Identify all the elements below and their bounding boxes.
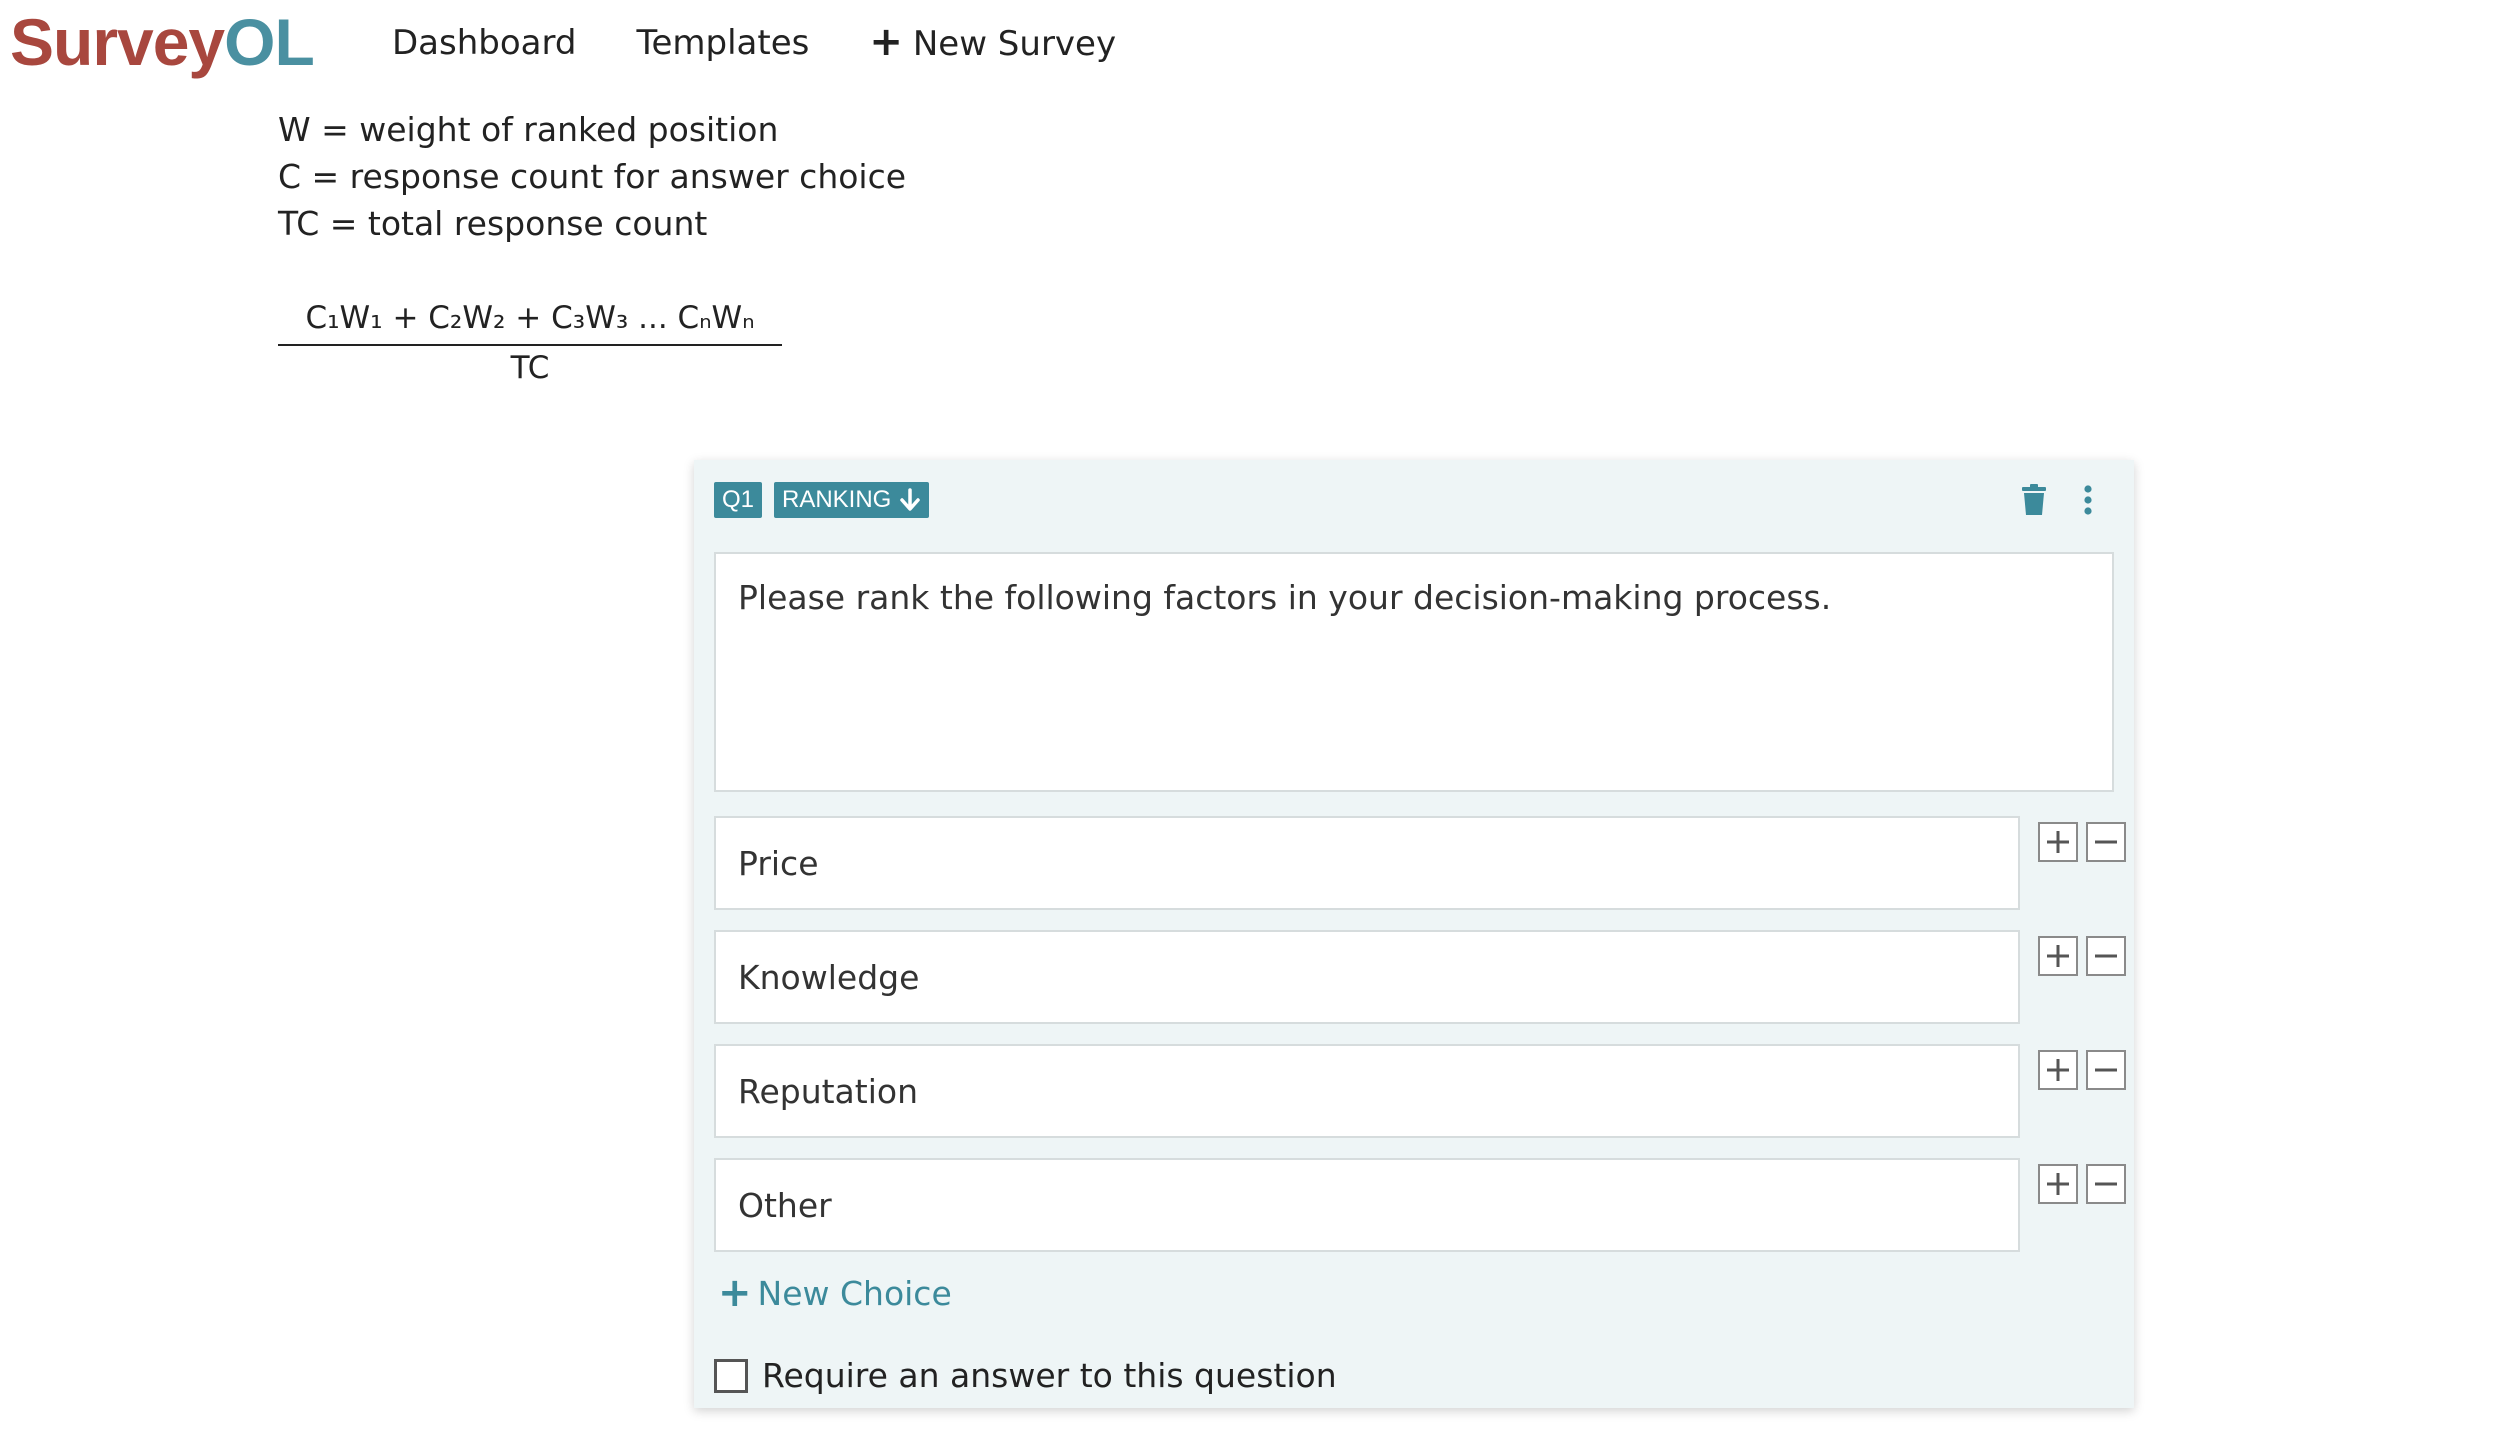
plus-icon: + (718, 1270, 752, 1316)
nav-templates[interactable]: Templates (636, 19, 809, 67)
minus-icon (2095, 1182, 2117, 1186)
more-vertical-icon[interactable] (2068, 480, 2108, 520)
plus-icon (2047, 831, 2069, 853)
minus-icon (2095, 954, 2117, 958)
formula-denominator: TC (510, 350, 550, 386)
minus-icon (2095, 840, 2117, 844)
formula-numerator: C₁W₁ + C₂W₂ + C₃W₃ ... CₙWₙ (278, 300, 782, 346)
logo-part-ol: OL (224, 5, 315, 79)
choice-label: Knowledge (738, 957, 920, 997)
new-choice-button[interactable]: + New Choice (718, 1270, 952, 1316)
top-nav: Dashboard Templates + New Survey (392, 18, 1176, 68)
nav-new-survey-label: New Survey (912, 24, 1117, 64)
weight-legend: W = weight of ranked position C = respon… (278, 106, 906, 247)
new-choice-label: New Choice (757, 1273, 952, 1313)
remove-choice-button[interactable] (2086, 1164, 2126, 1204)
nav-new-survey[interactable]: + New Survey (869, 18, 1116, 68)
add-choice-button[interactable] (2038, 1164, 2078, 1204)
choice-label: Price (738, 843, 819, 883)
add-choice-button[interactable] (2038, 822, 2078, 862)
legend-tc-line: TC = total response count (278, 204, 708, 243)
plus-icon (2047, 1173, 2069, 1195)
arrow-down-icon (899, 488, 921, 512)
legend-c-line: C = response count for answer choice (278, 157, 907, 196)
add-choice-button[interactable] (2038, 936, 2078, 976)
choice-label: Reputation (738, 1071, 918, 1111)
require-answer-checkbox[interactable] (714, 1358, 748, 1393)
question-type-label: RANKING (782, 486, 892, 513)
plus-icon (2047, 945, 2069, 967)
plus-icon (2047, 1059, 2069, 1081)
require-answer-option: Require an answer to this question (714, 1356, 1337, 1395)
question-text: Please rank the following factors in you… (738, 578, 1832, 617)
choice-input-4[interactable]: Other (714, 1158, 2020, 1252)
choice-label: Other (738, 1185, 832, 1225)
choice-input-2[interactable]: Knowledge (714, 930, 2020, 1024)
remove-choice-button[interactable] (2086, 1050, 2126, 1090)
page: SurveyOL Dashboard Templates + New Survey… (0, 0, 2512, 1440)
trash-icon[interactable] (2014, 480, 2054, 520)
remove-choice-button[interactable] (2086, 822, 2126, 862)
plus-icon: + (869, 19, 903, 65)
nav-dashboard[interactable]: Dashboard (392, 19, 576, 67)
legend-w-line: W = weight of ranked position (278, 110, 779, 149)
question-type-dropdown[interactable]: RANKING (774, 482, 930, 518)
weighted-average-formula: C₁W₁ + C₂W₂ + C₃W₃ ... CₙWₙ TC (278, 300, 782, 386)
minus-icon (2095, 1068, 2117, 1072)
logo-part-survey: Survey (10, 5, 225, 79)
question-card: Q1 RANKING Please rank the following fac… (694, 460, 2134, 1408)
question-text-input[interactable]: Please rank the following factors in you… (714, 552, 2114, 792)
choice-input-3[interactable]: Reputation (714, 1044, 2020, 1138)
question-number-badge: Q1 (714, 482, 763, 518)
add-choice-button[interactable] (2038, 1050, 2078, 1090)
logo[interactable]: SurveyOL (10, 2, 315, 82)
remove-choice-button[interactable] (2086, 936, 2126, 976)
choice-input-1[interactable]: Price (714, 816, 2020, 910)
require-answer-label[interactable]: Require an answer to this question (762, 1356, 1337, 1395)
